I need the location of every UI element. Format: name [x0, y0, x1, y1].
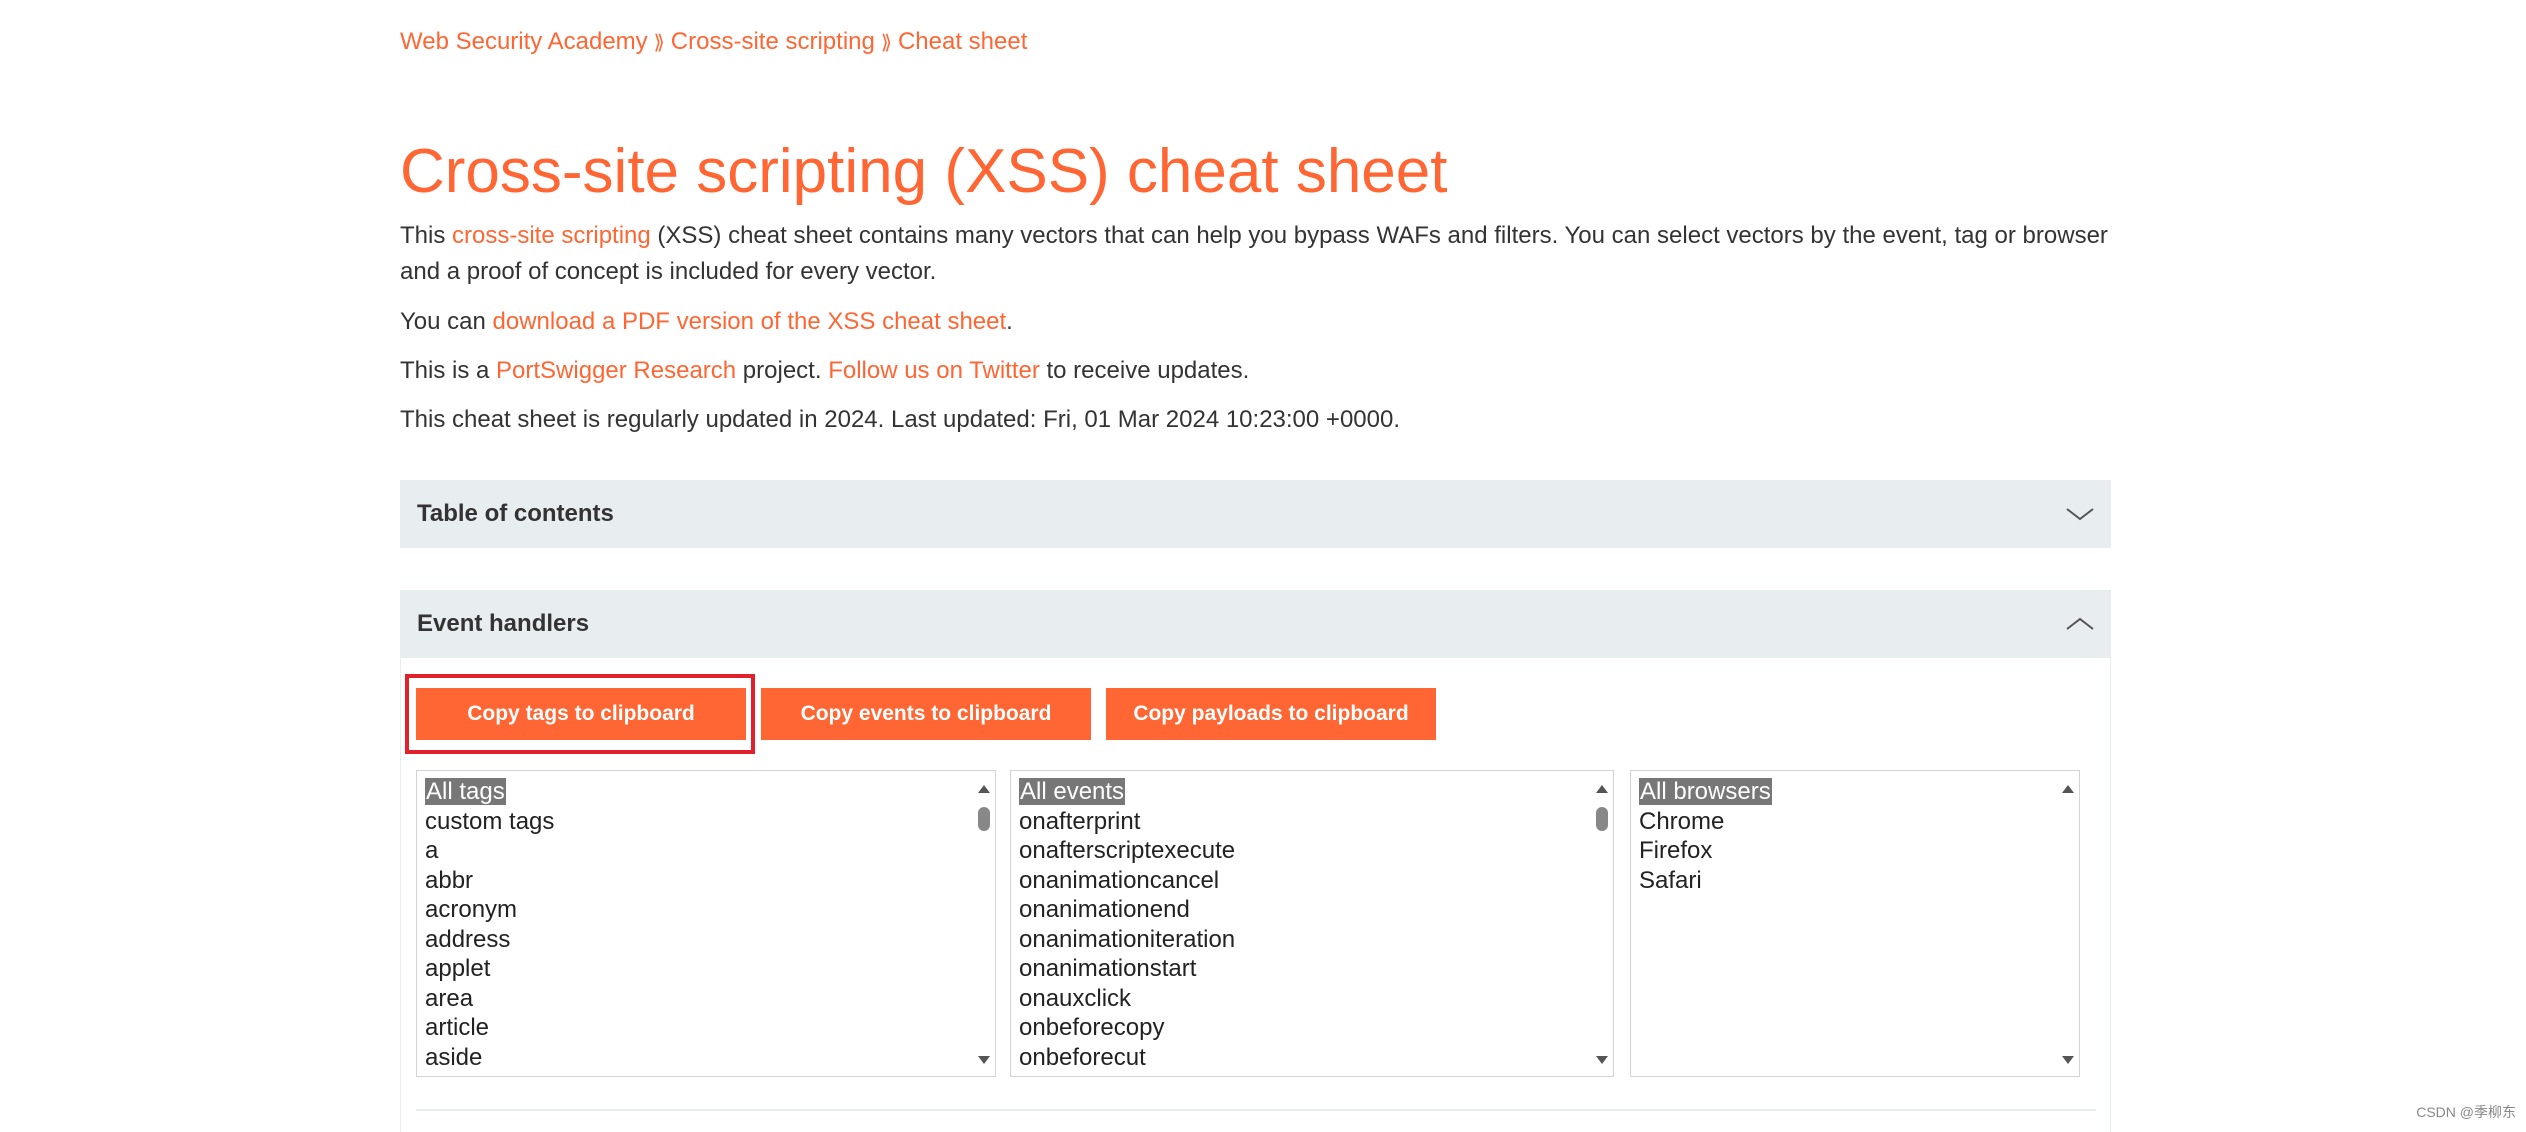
tag-option[interactable]: custom tags [425, 807, 995, 837]
event-option[interactable]: onafterprint [1019, 807, 1613, 837]
tags-scrollbar[interactable] [973, 771, 995, 1076]
tag-option[interactable]: applet [425, 954, 995, 984]
event-option[interactable]: onanimationiteration [1019, 925, 1613, 955]
copy-tags-button[interactable]: Copy tags to clipboard [416, 688, 746, 740]
copy-events-button[interactable]: Copy events to clipboard [761, 688, 1091, 740]
scroll-up-arrow-icon[interactable] [978, 785, 990, 793]
cross-site-scripting-link[interactable]: cross-site scripting [452, 222, 651, 249]
event-handlers-title: Event handlers [417, 610, 590, 637]
research-text: to receive updates. [1039, 357, 1250, 384]
intro-text: This [400, 222, 453, 249]
pdf-text: You can [400, 308, 493, 335]
breadcrumb-cross-site-scripting[interactable]: Cross-site scripting [671, 28, 875, 56]
scroll-down-arrow-icon[interactable] [1596, 1056, 1608, 1064]
toc-title: Table of contents [417, 500, 614, 527]
last-updated-text: This cheat sheet is regularly updated in… [400, 406, 1400, 433]
event-option[interactable]: All events [1019, 777, 1613, 807]
research-text: project. [736, 357, 829, 384]
tag-option[interactable]: area [425, 984, 995, 1014]
tag-option[interactable]: aside [425, 1043, 995, 1073]
tags-select[interactable]: All tags custom tags a abbr acronym addr… [416, 770, 996, 1077]
tag-option[interactable]: All tags [425, 777, 995, 807]
event-option[interactable]: onauxclick [1019, 984, 1613, 1014]
tag-option[interactable]: a [425, 836, 995, 866]
event-option-label: All events [1019, 778, 1126, 805]
breadcrumb-separator-icon: ⟫ [653, 31, 665, 54]
events-select[interactable]: All events onafterprint onafterscriptexe… [1010, 770, 1614, 1077]
event-option[interactable]: onanimationend [1019, 895, 1613, 925]
event-option[interactable]: onanimationstart [1019, 954, 1613, 984]
page-title: Cross-site scripting (XSS) cheat sheet [400, 137, 1448, 206]
browser-option[interactable]: Safari [1639, 866, 2079, 896]
event-option[interactable]: onbeforecopy [1019, 1013, 1613, 1043]
tag-option[interactable]: article [425, 1013, 995, 1043]
breadcrumb: Web Security Academy ⟫ Cross-site script… [400, 28, 1027, 56]
event-option[interactable]: onafterscriptexecute [1019, 836, 1613, 866]
tag-option[interactable]: address [425, 925, 995, 955]
scroll-up-arrow-icon[interactable] [1596, 785, 1608, 793]
research-paragraph: This is a PortSwigger Research project. … [400, 353, 2111, 389]
browsers-scrollbar[interactable] [2057, 771, 2079, 1076]
browser-option[interactable]: All browsers [1639, 777, 2079, 807]
event-option[interactable]: onbeforecut [1019, 1043, 1613, 1073]
research-text: This is a [400, 357, 497, 384]
breadcrumb-cheat-sheet[interactable]: Cheat sheet [898, 28, 1027, 56]
browsers-select[interactable]: All browsers Chrome Firefox Safari [1630, 770, 2080, 1077]
table-of-contents-accordion[interactable]: Table of contents [400, 480, 2111, 548]
twitter-link[interactable]: Follow us on Twitter [828, 357, 1040, 384]
events-scrollbar[interactable] [1591, 771, 1613, 1076]
copy-payloads-button[interactable]: Copy payloads to clipboard [1106, 688, 1436, 740]
scroll-down-arrow-icon[interactable] [2062, 1056, 2074, 1064]
event-handlers-accordion[interactable]: Event handlers [400, 590, 2111, 658]
intro-text: (XSS) cheat sheet contains many vectors … [400, 222, 2108, 285]
download-pdf-link[interactable]: download a PDF version of the XSS cheat … [493, 308, 1007, 335]
pdf-paragraph: You can download a PDF version of the XS… [400, 304, 2111, 340]
portswigger-research-link[interactable]: PortSwigger Research [496, 357, 736, 384]
tag-option[interactable]: acronym [425, 895, 995, 925]
scroll-thumb[interactable] [1596, 807, 1608, 831]
chevron-up-icon [2066, 617, 2094, 630]
browser-option[interactable]: Firefox [1639, 836, 2079, 866]
breadcrumb-separator-icon: ⟫ [880, 31, 892, 54]
tag-option[interactable]: abbr [425, 866, 995, 896]
browser-option-label: All browsers [1639, 778, 1772, 805]
scroll-up-arrow-icon[interactable] [2062, 785, 2074, 793]
breadcrumb-web-security-academy[interactable]: Web Security Academy [400, 28, 648, 56]
chevron-down-icon [2066, 508, 2094, 521]
scroll-down-arrow-icon[interactable] [978, 1056, 990, 1064]
event-option[interactable]: onanimationcancel [1019, 866, 1613, 896]
intro-paragraph: This cross-site scripting (XSS) cheat sh… [400, 218, 2111, 290]
page: Web Security Academy ⟫ Cross-site script… [0, 0, 2526, 1132]
pdf-text: . [1006, 308, 1013, 335]
tag-option-label: All tags [425, 778, 506, 805]
watermark: CSDN @季柳东 [2416, 1104, 2516, 1120]
divider [416, 1109, 2096, 1111]
scroll-thumb[interactable] [978, 807, 990, 831]
browser-option[interactable]: Chrome [1639, 807, 2079, 837]
